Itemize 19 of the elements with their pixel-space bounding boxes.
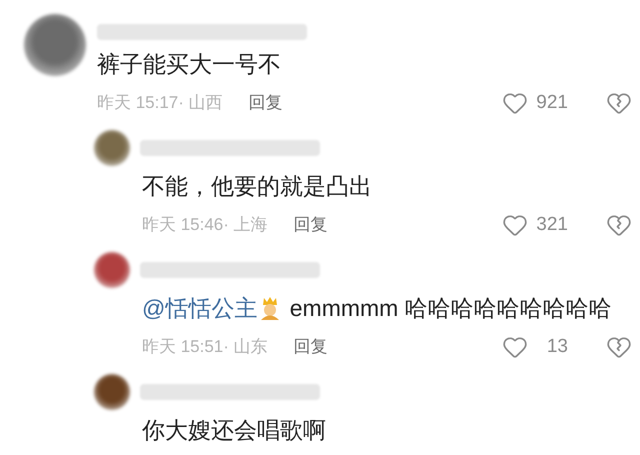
comment-meta: 昨天 15:46· 上海 [142, 214, 268, 236]
comment-text: @恬恬公主 emmmmm 哈哈哈哈哈哈哈哈哈 [142, 294, 613, 323]
comment-meta: 昨天 15:17· 山西 [97, 92, 223, 114]
comment-text: 你大嫂还会唱歌啊 [142, 416, 327, 445]
reply-link[interactable]: 回复 [294, 212, 328, 238]
comment-meta: 昨天 15:51· 山东 [142, 336, 268, 358]
comment-text: 不能，他要的就是凸出 [142, 172, 373, 201]
avatar[interactable] [94, 374, 130, 410]
like-count: 13 [546, 334, 568, 359]
comment-text: 裤子能买大一号不 [97, 50, 282, 79]
avatar[interactable] [94, 252, 130, 288]
reply-link[interactable]: 回复 [248, 90, 283, 116]
like-count: 321 [535, 212, 568, 237]
crown-figure-icon [259, 296, 282, 320]
reply-link[interactable]: 回复 [294, 334, 328, 360]
mention-link[interactable]: @恬恬公主 [142, 295, 258, 321]
avatar[interactable] [24, 14, 86, 76]
avatar[interactable] [94, 130, 130, 166]
like-count: 921 [535, 90, 568, 115]
